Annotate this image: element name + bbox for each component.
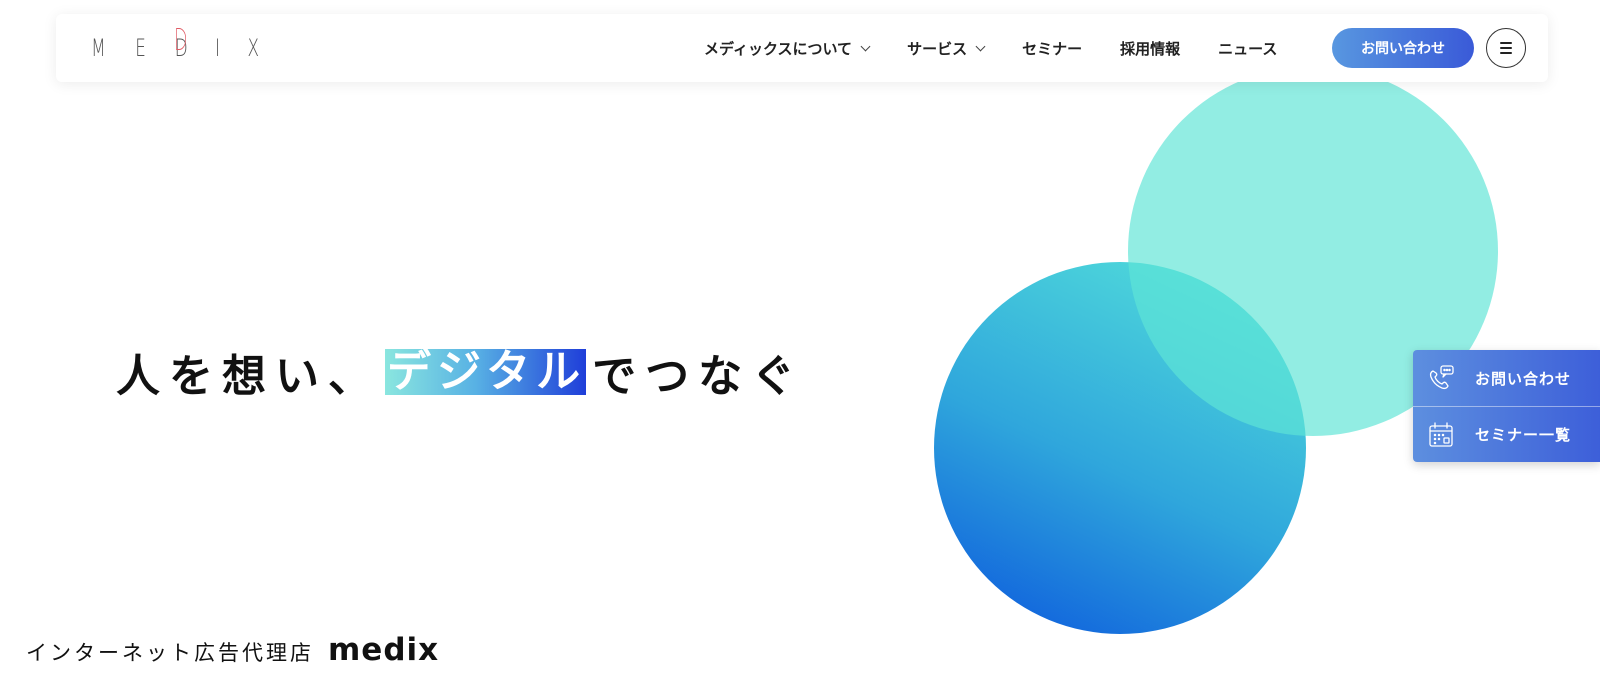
hero-headline: 人を想い、 デジタル でつなぐ [116,340,804,404]
nav-item-news-label: ニュース [1218,39,1278,58]
nav-item-recruit[interactable]: 採用情報 [1120,38,1180,59]
hero-text-after: でつなぐ [592,351,805,402]
nav-item-services-label: サービス [907,39,968,58]
hero-text-before: 人を想い、 [116,351,381,402]
main-nav: メディックスについて サービス セミナー 採用情報 ニュース [704,14,1277,82]
menu-button[interactable] [1486,28,1526,68]
logo-letter-d: D [174,28,188,62]
logo-letter-e: E [134,34,146,62]
nav-item-about-label: メディックスについて [704,39,853,58]
phone-chat-icon [1429,365,1454,390]
nav-item-news[interactable]: ニュース [1218,38,1277,59]
logo-letter-m: M [91,34,106,62]
side-contact-label: お問い合わせ [1475,369,1572,388]
calendar-icon [1429,421,1453,447]
chevron-down-icon [860,41,871,51]
hero-text-highlight: デジタル [385,346,587,397]
chevron-down-icon [975,41,986,51]
side-contact-button[interactable]: お問い合わせ [1413,350,1600,406]
contact-button[interactable]: お問い合わせ [1332,28,1474,68]
page: M E D I X メディックスについて サービス セミナー 採用情報 ニュース [0,0,1600,693]
nav-item-seminars[interactable]: セミナー [1022,38,1082,59]
nav-item-about[interactable]: メディックスについて [704,38,871,59]
tagline-text: インターネット広告代理店 [26,641,314,665]
side-seminars-button[interactable]: セミナー一覧 [1413,406,1600,462]
site-header: M E D I X メディックスについて サービス セミナー 採用情報 ニュース [56,14,1548,82]
side-widget: お問い合わせ セミナー一覧 [1413,350,1600,462]
nav-item-recruit-label: 採用情報 [1120,39,1181,58]
logo-letter-i: I [215,34,221,62]
tagline-brand: medix [328,632,440,668]
nav-item-services[interactable]: サービス [907,38,986,59]
side-seminars-label: セミナー一覧 [1475,426,1572,444]
logo-letter-x: X [247,34,260,62]
hamburger-menu-icon [1500,42,1512,54]
company-tagline: インターネット広告代理店 medix [26,632,439,668]
nav-item-seminars-label: セミナー [1022,39,1083,58]
medix-logo[interactable]: M E D I X [88,28,262,62]
